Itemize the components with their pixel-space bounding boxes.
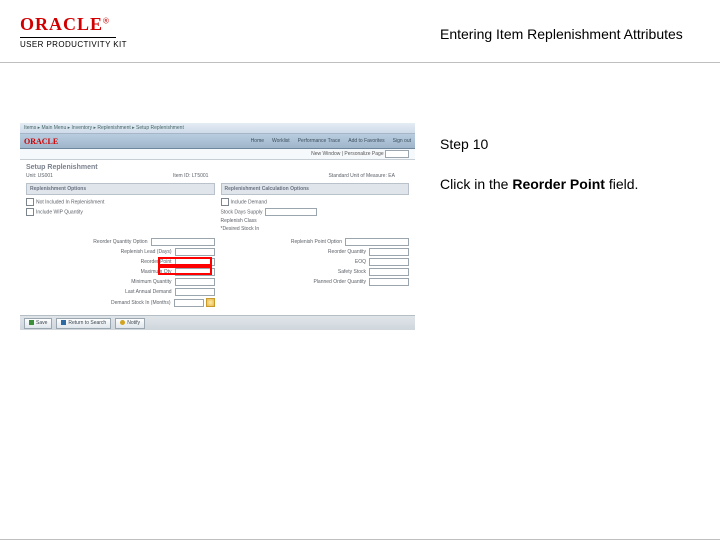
- section-heads: Replenishment Options Replenishment Calc…: [20, 183, 415, 198]
- label-stock-days: Stock Days Supply: [221, 209, 263, 215]
- info-unit: Unit: US001: [26, 173, 53, 179]
- highlight-reorder-point-field: [158, 266, 212, 275]
- label-wip: Include WIP Quantity: [36, 209, 83, 215]
- save-button[interactable]: Save: [24, 318, 52, 329]
- app-topbar: ORACLE Home Worklist Performance Trace A…: [20, 134, 415, 149]
- eoq-field[interactable]: [369, 258, 409, 266]
- instruction-pre: Click in the: [440, 176, 512, 192]
- replenish-point-option-field[interactable]: [345, 238, 409, 246]
- nav-perftrace[interactable]: Performance Trace: [298, 138, 341, 144]
- replenish-lead-field[interactable]: [175, 248, 215, 256]
- step-instruction: Click in the Reorder Point field.: [440, 176, 638, 192]
- app-brand: ORACLE: [24, 137, 58, 146]
- checkbox-row: Not Included In Replenishment Include WI…: [20, 198, 415, 238]
- right-checks: Include Demand Stock Days Supply Repleni…: [221, 198, 410, 234]
- page-title: Entering Item Replenishment Attributes: [440, 26, 683, 42]
- last-annual-demand-field[interactable]: [175, 288, 215, 296]
- safety-stock-field[interactable]: [369, 268, 409, 276]
- label-desired-stock-in: *Desired Stock In: [221, 226, 260, 232]
- subbar-search-field[interactable]: [385, 150, 409, 158]
- app-page-title: Setup Replenishment: [20, 160, 415, 171]
- section-replenish-options: Replenishment Options: [26, 183, 215, 195]
- checkbox-wip[interactable]: [26, 208, 34, 216]
- info-item: Item ID: LT5001: [173, 173, 209, 179]
- minimum-qty-field[interactable]: [175, 278, 215, 286]
- nav-home[interactable]: Home: [251, 138, 264, 144]
- label-reorder-qty-option: Reorder Quantity Option: [93, 239, 147, 245]
- page-header: ORACLE® USER PRODUCTIVITY KIT Entering I…: [0, 0, 720, 63]
- demand-stock-in-field[interactable]: [174, 299, 204, 307]
- fields-area: Reorder Quantity Option Replenish Lead (…: [20, 238, 415, 309]
- label-last-annual-demand: Last Annual Demand: [125, 289, 171, 295]
- label-minimum-qty: Minimum Quantity: [131, 279, 171, 285]
- planned-order-qty-field[interactable]: [369, 278, 409, 286]
- notify-button-label: Notify: [127, 320, 140, 326]
- checkbox-include-demand[interactable]: [221, 198, 229, 206]
- label-replenish-point-option: Replenish Point Option: [291, 239, 342, 245]
- nav-worklist[interactable]: Worklist: [272, 138, 290, 144]
- left-checks: Not Included In Replenishment Include WI…: [26, 198, 215, 234]
- return-icon: [61, 320, 66, 325]
- return-button-label: Return to Search: [68, 320, 106, 326]
- button-bar: Save Return to Search Notify: [20, 315, 415, 330]
- section-calc-options: Replenishment Calculation Options: [221, 183, 410, 195]
- info-row: Unit: US001 Item ID: LT5001 Standard Uni…: [20, 171, 415, 183]
- instruction-bold: Reorder Point: [512, 176, 605, 192]
- notify-button[interactable]: Notify: [115, 318, 145, 329]
- notify-icon: [120, 320, 125, 325]
- brand-subtitle: USER PRODUCTIVITY KIT: [20, 40, 127, 49]
- label-eoq: EOQ: [355, 259, 366, 265]
- save-button-label: Save: [36, 320, 47, 326]
- label-safety-stock: Safety Stock: [338, 269, 366, 275]
- app-screenshot: Items ▸ Main Menu ▸ Inventory ▸ Replenis…: [20, 123, 415, 328]
- nav-signout[interactable]: Sign out: [393, 138, 411, 144]
- brand-tm: ®: [103, 17, 109, 26]
- highlight-reorder-point-label: [158, 257, 212, 266]
- label-reorder-quantity: Reorder Quantity: [328, 249, 366, 255]
- stock-days-field[interactable]: [265, 208, 317, 216]
- app-subbar: New Window | Personalize Page: [20, 149, 415, 160]
- save-icon: [29, 320, 34, 325]
- label-demand-stock-in: Demand Stock In (Months): [111, 300, 170, 306]
- label-include-demand: Include Demand: [231, 199, 267, 205]
- reorder-qty-option-field[interactable]: [151, 238, 215, 246]
- brand-block: ORACLE® USER PRODUCTIVITY KIT: [20, 14, 127, 49]
- lookup-icon[interactable]: [206, 298, 215, 307]
- label-planned-order-qty: Planned Order Quantity: [313, 279, 366, 285]
- return-to-search-button[interactable]: Return to Search: [56, 318, 111, 329]
- breadcrumb-bar: Items ▸ Main Menu ▸ Inventory ▸ Replenis…: [20, 123, 415, 134]
- checkbox-not-included[interactable]: [26, 198, 34, 206]
- step-label: Step 10: [440, 136, 488, 152]
- fields-right-col: Replenish Point Option Reorder Quantity …: [221, 238, 410, 309]
- instruction-post: field.: [605, 176, 638, 192]
- reorder-quantity-field[interactable]: [369, 248, 409, 256]
- info-uom: Standard Unit of Measure: EA: [328, 173, 394, 179]
- label-not-included: Not Included In Replenishment: [36, 199, 104, 205]
- label-replenish-lead: Replenish Lead (Days): [121, 249, 172, 255]
- brand-divider: [20, 37, 116, 38]
- subbar-links[interactable]: New Window | Personalize Page: [311, 151, 383, 157]
- label-replenish-class: Replenish Class: [221, 218, 257, 224]
- brand-wordmark: ORACLE: [20, 14, 103, 34]
- nav-favorites[interactable]: Add to Favorites: [348, 138, 384, 144]
